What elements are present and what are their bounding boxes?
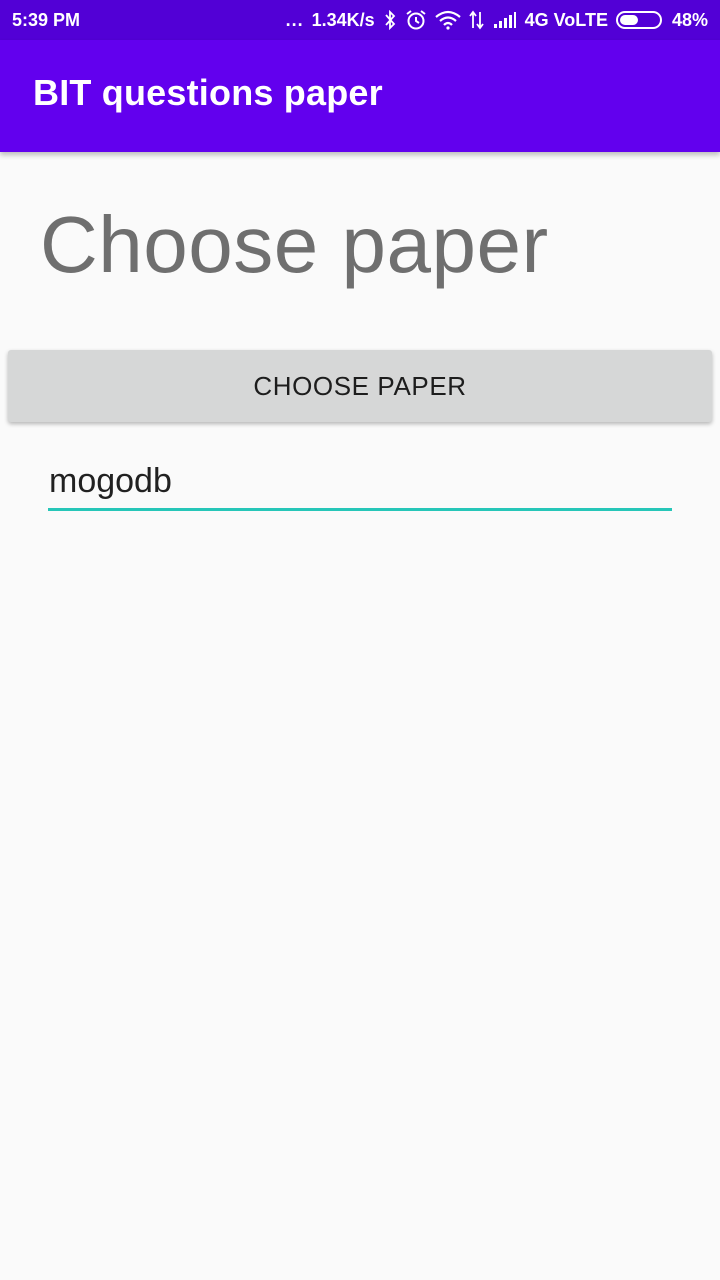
app-bar: BIT questions paper <box>0 40 720 152</box>
status-time: 5:39 PM <box>12 9 81 30</box>
paper-name-field[interactable]: mogodb <box>48 455 672 511</box>
signal-icon <box>493 11 517 29</box>
paper-name-value: mogodb <box>49 462 172 500</box>
app-title: BIT questions paper <box>33 72 383 113</box>
bluetooth-icon <box>383 10 397 30</box>
more-notifications-indicator: ... <box>285 9 304 30</box>
alarm-icon <box>405 9 427 31</box>
battery-icon <box>615 10 664 30</box>
battery-percent: 48% <box>671 9 708 30</box>
data-transfer-icon <box>468 10 485 30</box>
status-bar: 5:39 PM ... 1.34K/s 4G VoLTE 48% <box>0 0 720 40</box>
network-type: 4G VoLTE <box>524 9 608 30</box>
wifi-icon <box>434 10 461 30</box>
choose-paper-button[interactable]: CHOOSE PAPER <box>8 350 712 422</box>
page-heading: Choose paper <box>40 200 549 289</box>
network-speed: 1.34K/s <box>311 9 375 30</box>
